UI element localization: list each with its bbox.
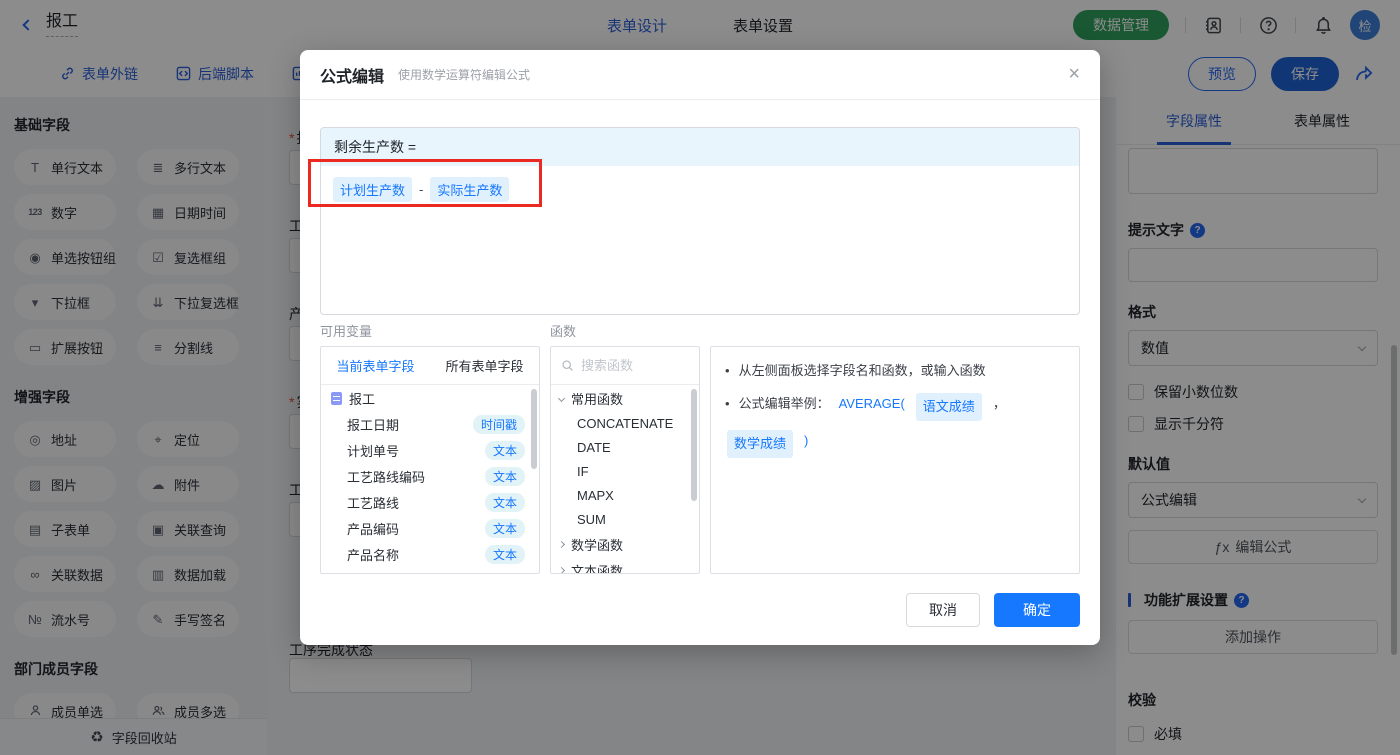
formula-help-box: • 从左侧面板选择字段名和函数，或输入函数 • 公式编辑举例： AVERAGE( 语… bbox=[710, 346, 1080, 574]
close-icon[interactable]: × bbox=[1068, 62, 1080, 86]
variables-scrollbar[interactable] bbox=[531, 389, 537, 469]
variable-row[interactable]: 工艺路线 文本 bbox=[321, 489, 539, 515]
field-type-badge: 文本 bbox=[484, 544, 525, 564]
functions-box: 常用函数 CONCATENATE DATE IF MAPX SUM 数学函数 文… bbox=[550, 346, 700, 574]
help-line-1: • 从左侧面板选择字段名和函数，或输入函数 bbox=[725, 363, 986, 378]
function-group-math[interactable]: 数学函数 bbox=[551, 531, 699, 557]
variable-row[interactable]: 产品名称 文本 bbox=[321, 541, 539, 567]
variable-row[interactable]: 产品编码 文本 bbox=[321, 515, 539, 541]
variables-box: 当前表单字段 所有表单字段 报工 报工日期 时间戳 计划单号 文本 工艺路线编码 文本… bbox=[320, 346, 540, 574]
tab-current-form-fields[interactable]: 当前表单字段 bbox=[321, 347, 430, 384]
functions-scrollbar[interactable] bbox=[691, 389, 697, 501]
modal-header: 公式编辑 使用数学运算符编辑公式 × bbox=[300, 50, 1100, 100]
function-item[interactable]: DATE bbox=[551, 435, 699, 459]
chevron-right-icon bbox=[557, 566, 566, 573]
search-icon bbox=[562, 360, 573, 371]
variables-section-label: 可用变量 bbox=[320, 324, 373, 339]
function-search-input[interactable] bbox=[581, 358, 681, 373]
variable-row[interactable]: 计划单号 文本 bbox=[321, 437, 539, 463]
formula-target-bar: 剩余生产数 = bbox=[321, 128, 1079, 166]
function-item[interactable]: SUM bbox=[551, 507, 699, 531]
function-group-text[interactable]: 文本函数 bbox=[551, 557, 699, 573]
field-type-badge: 文本 bbox=[484, 440, 525, 460]
variable-row[interactable]: 报工日期 时间戳 bbox=[321, 411, 539, 437]
formula-editor-box[interactable]: 剩余生产数 = 计划生产数 - 实际生产数 bbox=[320, 127, 1080, 315]
function-group-common[interactable]: 常用函数 bbox=[551, 385, 699, 411]
tab-all-form-fields[interactable]: 所有表单字段 bbox=[430, 347, 539, 384]
function-item[interactable]: MAPX bbox=[551, 483, 699, 507]
modal-subtitle: 使用数学运算符编辑公式 bbox=[398, 68, 531, 82]
formula-token-planned-qty[interactable]: 计划生产数 bbox=[333, 177, 413, 202]
chevron-down-icon bbox=[557, 394, 566, 402]
form-doc-icon bbox=[331, 391, 342, 405]
cancel-button[interactable]: 取消 bbox=[906, 593, 980, 627]
field-type-badge: 时间戳 bbox=[472, 414, 525, 434]
modal-footer: 取消 确定 bbox=[906, 593, 1080, 627]
functions-section-label: 函数 bbox=[550, 324, 577, 339]
example-chip: 语文成绩 bbox=[915, 393, 982, 421]
function-item[interactable]: IF bbox=[551, 459, 699, 483]
variables-tabs: 当前表单字段 所有表单字段 bbox=[321, 347, 539, 385]
confirm-button[interactable]: 确定 bbox=[994, 593, 1080, 627]
help-line-2: • 公式编辑举例： AVERAGE( 语文成绩 ， 数学成绩 ) bbox=[725, 393, 1065, 458]
chevron-right-icon bbox=[557, 540, 566, 548]
formula-operator: - bbox=[419, 182, 424, 197]
field-type-badge: 文本 bbox=[484, 518, 525, 538]
formula-token-actual-qty[interactable]: 实际生产数 bbox=[430, 177, 510, 202]
field-type-badge: 文本 bbox=[484, 466, 525, 486]
field-type-badge: 文本 bbox=[484, 492, 525, 512]
function-item[interactable]: CONCATENATE bbox=[551, 411, 699, 435]
formula-editor-modal: 公式编辑 使用数学运算符编辑公式 × 剩余生产数 = 计划生产数 - 实际生产数… bbox=[300, 50, 1100, 645]
formula-expression[interactable]: 计划生产数 - 实际生产数 bbox=[321, 166, 1079, 213]
variables-root-node[interactable]: 报工 bbox=[321, 385, 539, 411]
example-chip: 数学成绩 bbox=[727, 430, 794, 458]
variable-row[interactable]: 工艺路线编码 文本 bbox=[321, 463, 539, 489]
function-search[interactable] bbox=[551, 347, 699, 385]
app-root: 报工 表单设计 表单设置 数据管理 检 表单外链 后端脚本 预览 保存 基础字段… bbox=[0, 0, 1400, 755]
modal-title: 公式编辑 bbox=[320, 68, 385, 86]
